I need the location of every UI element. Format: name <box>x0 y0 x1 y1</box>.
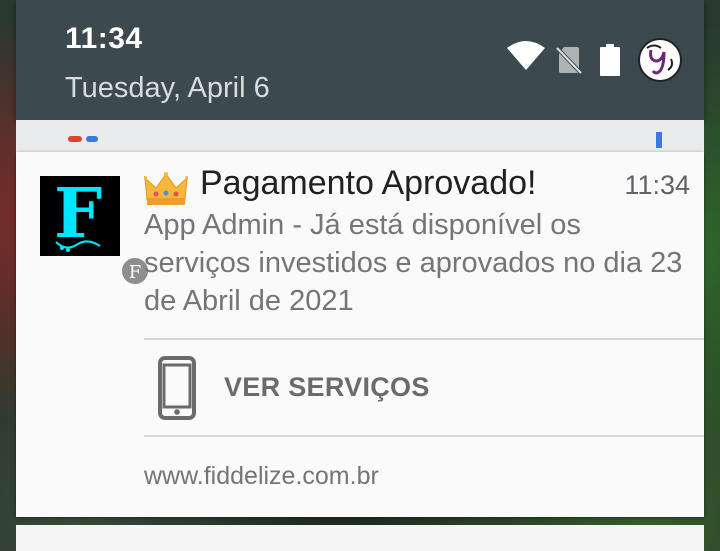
status-clock: 11:34 <box>65 22 143 55</box>
app-icon: F F <box>40 174 150 286</box>
app-icon-swirl <box>55 240 101 252</box>
divider <box>144 338 704 340</box>
notification-time: 11:34 <box>624 170 690 200</box>
ver-servicos-label: VER SERVIÇOS <box>224 372 430 402</box>
notification-shade-header: 11:34 Tuesday, April 6 <box>16 0 704 120</box>
notification-title: Pagamento Aprovado! <box>200 164 537 202</box>
avatar-monogram-icon <box>646 44 673 75</box>
notification-body: App Admin - Já está disponível os serviç… <box>144 209 683 317</box>
crown-icon <box>144 172 188 205</box>
divider <box>144 435 704 437</box>
ver-servicos-button[interactable]: VER SERVIÇOS <box>144 342 704 434</box>
notification-card[interactable]: F F Pagamento Aprovado! 11:34 App Admin … <box>16 152 704 517</box>
smartphone-icon <box>158 356 196 420</box>
notification-header: Pagamento Aprovado! 11:34 <box>144 162 690 206</box>
no-sim-icon <box>556 46 582 74</box>
next-notification-peek <box>16 525 704 551</box>
footer-url[interactable]: www.fiddelize.com.br <box>144 462 379 491</box>
wifi-icon <box>507 41 545 70</box>
previous-notification-peek <box>16 120 704 152</box>
battery-icon <box>600 44 620 76</box>
avatar[interactable] <box>638 38 682 82</box>
status-date: Tuesday, April 6 <box>65 72 270 104</box>
